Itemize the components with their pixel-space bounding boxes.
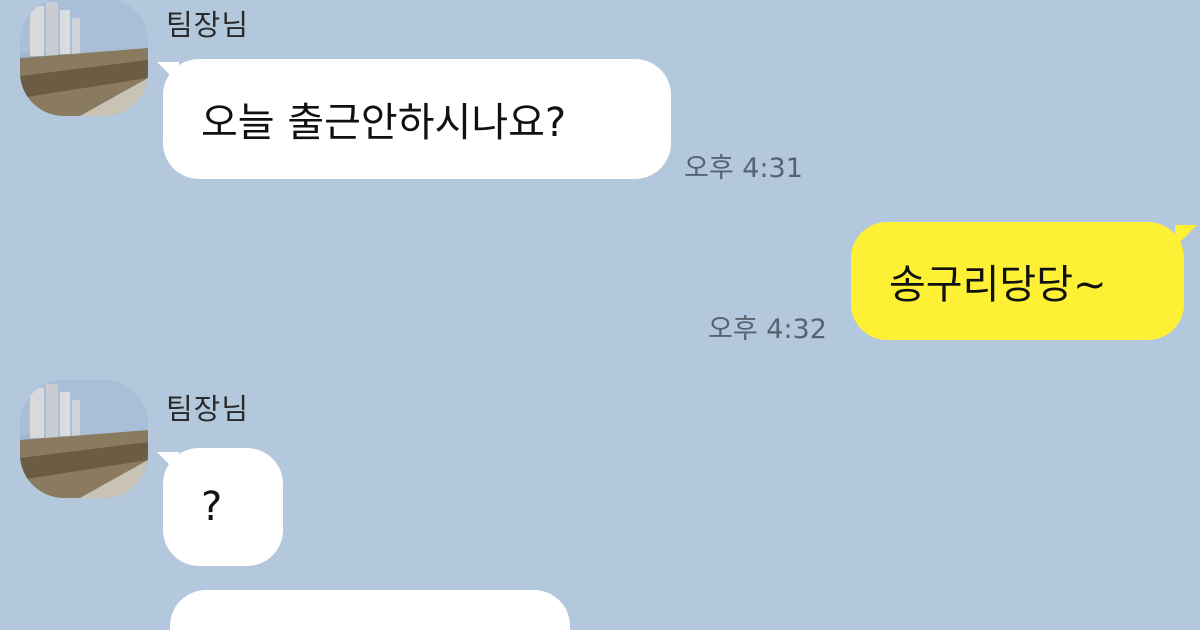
profile-photo-icon	[20, 380, 148, 498]
sender-avatar[interactable]	[20, 0, 148, 116]
profile-photo-icon	[20, 0, 148, 116]
message-text: 송구리당당~	[889, 262, 1107, 308]
message-bubble[interactable]: ?	[163, 448, 283, 566]
message-text: 오늘 출근안하시나요?	[201, 100, 567, 146]
sender-name: 팀장님	[166, 392, 250, 426]
message-timestamp: 오후 4:32	[708, 314, 827, 345]
message-bubble[interactable]: 송구리당당~	[851, 222, 1184, 340]
message-bubble[interactable]: 오늘 출근안하시나요?	[163, 59, 671, 179]
bubble-tail	[1175, 225, 1197, 247]
sender-name: 팀장님	[166, 8, 250, 42]
sender-avatar[interactable]	[20, 380, 148, 498]
message-timestamp: 오후 4:31	[684, 153, 803, 184]
message-bubble[interactable]	[170, 590, 570, 630]
message-text: ?	[201, 484, 223, 530]
